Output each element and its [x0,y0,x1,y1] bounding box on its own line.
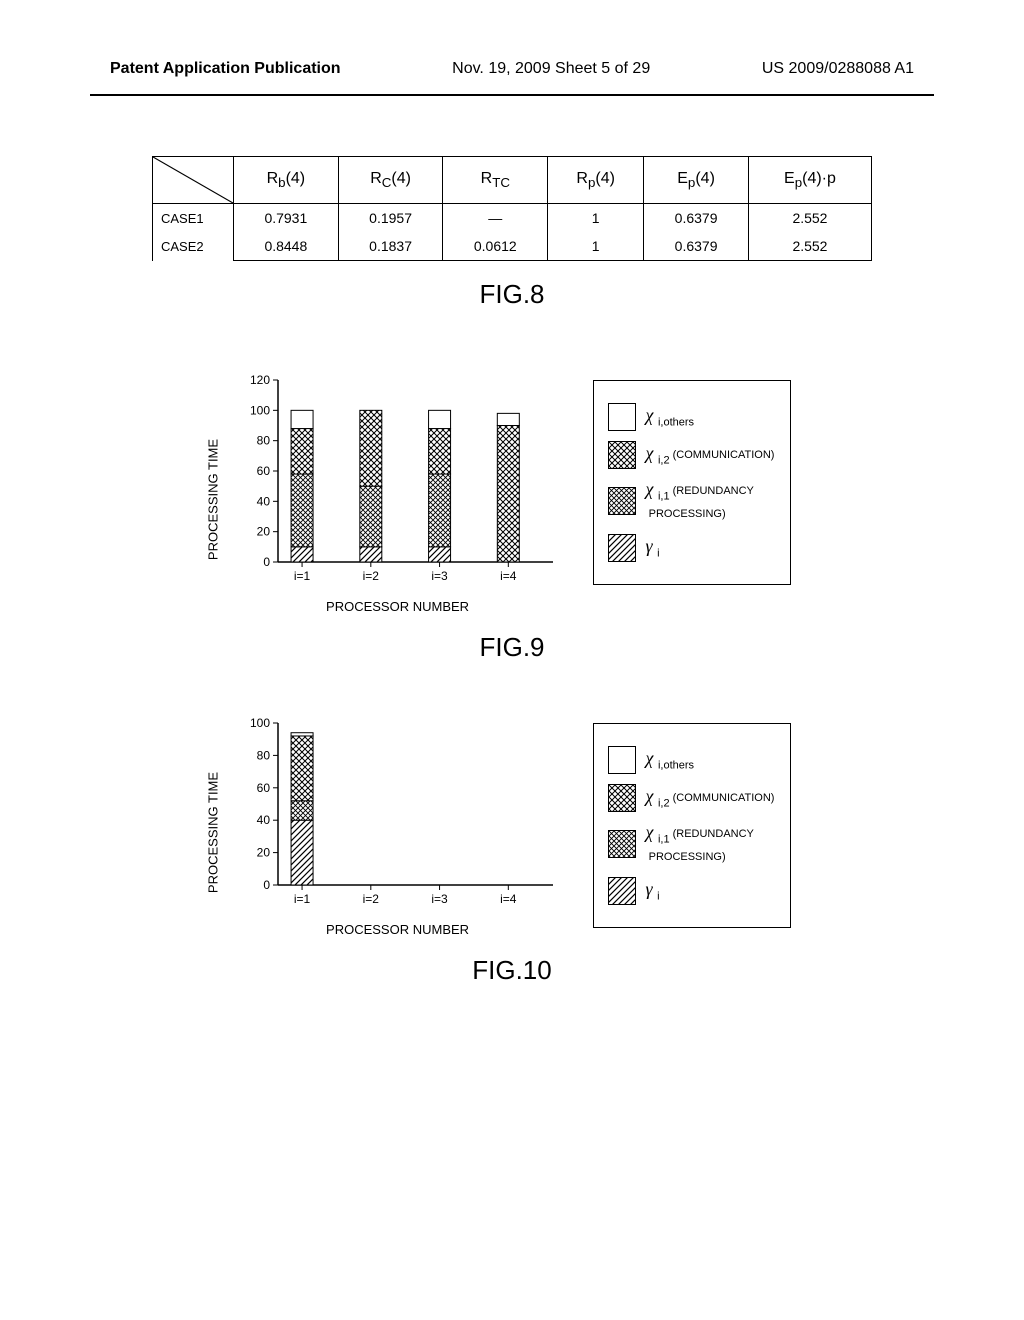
svg-text:0: 0 [263,878,270,892]
col-header: Ep(4) [644,157,749,204]
legend-item: γ i [608,534,775,562]
fig10-chart: PROCESSING TIME 020406080100i=1i=2i=3i=4… [233,713,563,937]
header-mid: Nov. 19, 2009 Sheet 5 of 29 [452,60,650,78]
svg-text:20: 20 [256,846,270,860]
header-right: US 2009/0288088 A1 [762,60,914,78]
header-rule [90,94,934,96]
fig10-section: PROCESSING TIME 0 20 40 60 80 100 i=1 i=2 i=3 i=4… [0,713,1024,986]
legend-label: γ i [646,536,660,560]
svg-text:100: 100 [250,403,270,417]
legend-label: χ i,2(COMMUNICATION) [646,443,775,467]
legend-item: χ i,others [608,746,775,774]
legend-swatch-icon [608,746,636,774]
col-header: Rp(4) [548,157,644,204]
fig10-xlabel: PROCESSOR NUMBER [233,922,563,937]
svg-text:i=2: i=2 [362,569,379,583]
svg-text:i=4: i=4 [500,892,517,906]
svg-text:80: 80 [256,434,270,448]
legend-swatch-icon [608,441,636,469]
legend-label: χ i,1(REDUNDANCY PROCESSING) [646,479,754,524]
fig8-caption: FIG.8 [0,279,1024,310]
legend-swatch-icon [608,784,636,812]
legend-item: χ i,others [608,403,775,431]
page-header: Patent Application Publication Nov. 19, … [0,0,1024,88]
fig9-xlabel: PROCESSOR NUMBER [233,599,563,614]
col-header: Ep(4)·p [748,157,871,204]
table-row: CASE1 0.7931 0.1957 — 1 0.6379 2.552 [153,204,872,233]
svg-text:20: 20 [256,525,270,539]
svg-text:i=3: i=3 [431,569,448,583]
legend-label: χ i,1(REDUNDANCY PROCESSING) [646,822,754,867]
fig10-ylabel: PROCESSING TIME [205,763,220,903]
fig8-table: Rb(4) RC(4) RTC Rp(4) Ep(4) Ep(4)·p CASE… [152,156,872,261]
legend-swatch-icon [608,487,636,515]
fig9-chart: PROCESSING TIME 020406080100120i=1i=2i=3… [233,370,563,614]
legend-swatch-icon [608,830,636,858]
table-row: CASE2 0.8448 0.1837 0.0612 1 0.6379 2.55… [153,232,872,261]
svg-text:i=1: i=1 [293,569,310,583]
fig9-caption: FIG.9 [0,632,1024,663]
legend-label: χ i,others [646,405,695,429]
legend-label: χ i,others [646,748,695,772]
col-header: RC(4) [338,157,443,204]
legend-swatch-icon [608,877,636,905]
legend-swatch-icon [608,403,636,431]
col-header: RTC [443,157,548,204]
legend-label: χ i,2(COMMUNICATION) [646,786,775,810]
col-header: Rb(4) [234,157,339,204]
svg-text:i=4: i=4 [500,569,517,583]
legend-label: γ i [646,879,660,903]
table-corner [153,157,234,204]
header-left: Patent Application Publication [110,60,341,78]
svg-text:i=1: i=1 [293,892,310,906]
fig9-ylabel: PROCESSING TIME [205,430,220,570]
svg-text:40: 40 [256,494,270,508]
legend-item: χ i,2(COMMUNICATION) [608,441,775,469]
svg-text:40: 40 [256,813,270,827]
svg-text:60: 60 [256,781,270,795]
legend-item: χ i,1(REDUNDANCY PROCESSING) [608,479,775,524]
legend-item: χ i,1(REDUNDANCY PROCESSING) [608,822,775,867]
svg-text:100: 100 [250,716,270,730]
fig10-caption: FIG.10 [0,955,1024,986]
svg-text:i=2: i=2 [362,892,379,906]
legend-item: γ i [608,877,775,905]
fig10-legend: χ i,others χ i,2(COMMUNICATION) χ i,1(REDU… [593,723,792,928]
svg-text:i=3: i=3 [431,892,448,906]
svg-text:0: 0 [263,555,270,569]
svg-text:60: 60 [256,464,270,478]
legend-item: χ i,2(COMMUNICATION) [608,784,775,812]
legend-swatch-icon [608,534,636,562]
svg-text:120: 120 [250,373,270,387]
svg-text:80: 80 [256,748,270,762]
fig9-section: PROCESSING TIME 0 20 40 60 80 100 120 i=1 i=2 i=3… [0,370,1024,663]
fig9-legend: χ i,others χ i,2(COMMUNICATION) χ i,1(REDU… [593,380,792,585]
